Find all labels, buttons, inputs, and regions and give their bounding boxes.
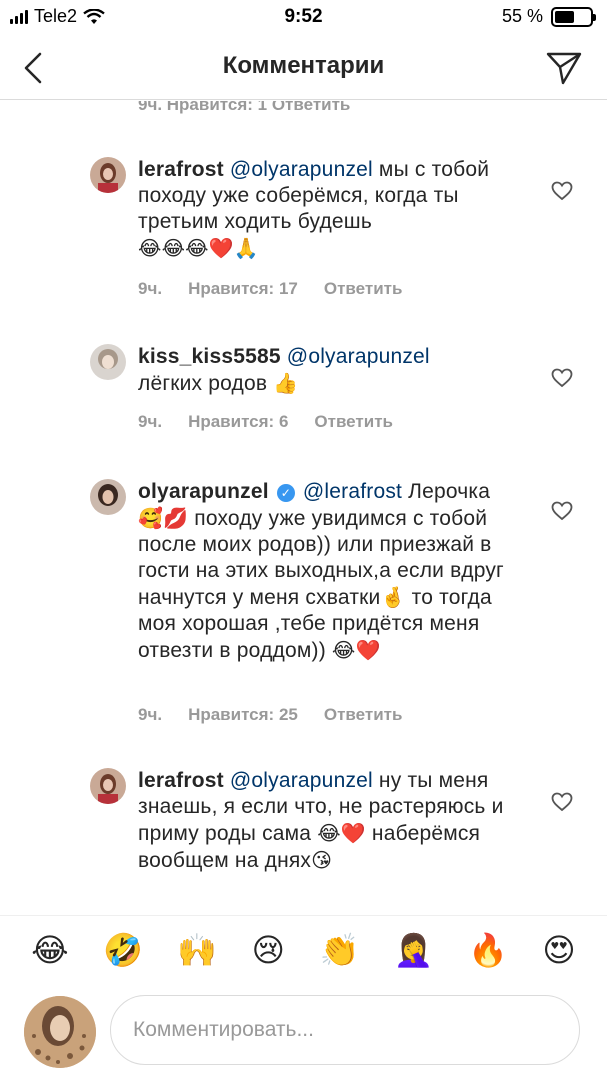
- comment-emoji: 🥰💋: [138, 506, 189, 530]
- comment-body: лёгких родов: [138, 372, 268, 395]
- comment-emoji: 😂😂😂❤️🙏: [138, 236, 259, 260]
- comment-input-bar: [0, 984, 607, 1080]
- heart-icon[interactable]: [551, 501, 573, 521]
- heart-icon[interactable]: [551, 792, 573, 812]
- comment-body: Лерочка: [402, 480, 491, 503]
- paper-plane-icon[interactable]: [545, 50, 583, 86]
- reply-button[interactable]: Ответить: [314, 412, 393, 432]
- comment-meta: 9ч. Нравится: 17 Ответить: [138, 279, 402, 299]
- comment-text: lerafrost @olyarapunzel мы с тобой поход…: [138, 157, 508, 262]
- emoji-button[interactable]: 🤣: [103, 931, 143, 969]
- comments-list[interactable]: 9ч. Нравится: 1 Ответить lerafrost @olya…: [0, 101, 607, 915]
- status-bar: Tele2 9:52 55 %: [0, 0, 607, 36]
- comment-username[interactable]: lerafrost: [138, 769, 224, 792]
- comment-emoji: 😘: [311, 848, 333, 872]
- comment-meta: 9ч. Нравится: 6 Ответить: [138, 412, 393, 432]
- mention-link[interactable]: @lerafrost: [303, 480, 402, 503]
- likes-button[interactable]: Нравится: 6: [188, 412, 288, 432]
- comment-text: olyarapunzel ✓ @lerafrost Лерочка 🥰💋 пох…: [138, 479, 508, 664]
- reply-button[interactable]: Ответить: [324, 279, 403, 299]
- emoji-button[interactable]: 🙌: [177, 931, 217, 969]
- mention-link[interactable]: @olyarapunzel: [230, 158, 373, 181]
- page-title: Комментарии: [222, 52, 385, 79]
- comment-emoji: 😂❤️: [331, 638, 381, 662]
- comment-time: 9ч.: [138, 705, 163, 724]
- my-avatar[interactable]: [24, 996, 96, 1068]
- comment-emoji: 😂❤️: [317, 821, 366, 845]
- avatar[interactable]: [90, 344, 126, 380]
- emoji-button[interactable]: 🔥: [468, 931, 508, 969]
- comment-time: 9ч.: [138, 412, 163, 431]
- emoji-button[interactable]: 😂: [31, 931, 68, 969]
- emoji-button[interactable]: 😍: [542, 931, 575, 969]
- comment-input[interactable]: [110, 995, 580, 1065]
- comment-username[interactable]: olyarapunzel: [138, 480, 269, 503]
- comment-meta: 9ч. Нравится: 25 Ответить: [138, 705, 402, 725]
- comment-username[interactable]: lerafrost: [138, 158, 224, 181]
- reply-button[interactable]: Ответить: [324, 705, 403, 725]
- comment-emoji: 👍: [273, 371, 299, 395]
- comment-text: lerafrost @olyarapunzel ну ты меня знаеш…: [138, 768, 508, 874]
- comment-text: kiss_kiss5585 @olyarapunzel лёгких родов…: [138, 344, 508, 397]
- avatar[interactable]: [90, 768, 126, 804]
- quick-emoji-bar: 😂 🤣 🙌 😢 👏 🤦‍♀️ 🔥 😍: [0, 915, 607, 983]
- avatar[interactable]: [90, 157, 126, 193]
- nav-header: Комментарии: [0, 36, 607, 100]
- emoji-button[interactable]: 🤦‍♀️: [394, 931, 434, 969]
- comment-username[interactable]: kiss_kiss5585: [138, 345, 281, 368]
- emoji-button[interactable]: 😢: [252, 931, 285, 969]
- battery-percent: 55 %: [501, 6, 543, 26]
- mention-link[interactable]: @olyarapunzel: [287, 345, 430, 368]
- emoji-button[interactable]: 👏: [319, 931, 359, 969]
- avatar[interactable]: [90, 479, 126, 515]
- comment-emoji: 🤞: [380, 585, 406, 609]
- partial-comment-meta: 9ч. Нравится: 1 Ответить: [138, 101, 351, 114]
- status-right: 55 %: [501, 6, 596, 27]
- comment-time: 9ч.: [138, 279, 163, 298]
- mention-link[interactable]: @olyarapunzel: [230, 769, 373, 792]
- likes-button[interactable]: Нравится: 25: [188, 705, 298, 725]
- heart-icon[interactable]: [551, 368, 573, 388]
- likes-button[interactable]: Нравится: 17: [188, 279, 298, 299]
- heart-icon[interactable]: [551, 181, 573, 201]
- battery-icon: [551, 6, 596, 27]
- verified-badge-icon: ✓: [276, 484, 295, 502]
